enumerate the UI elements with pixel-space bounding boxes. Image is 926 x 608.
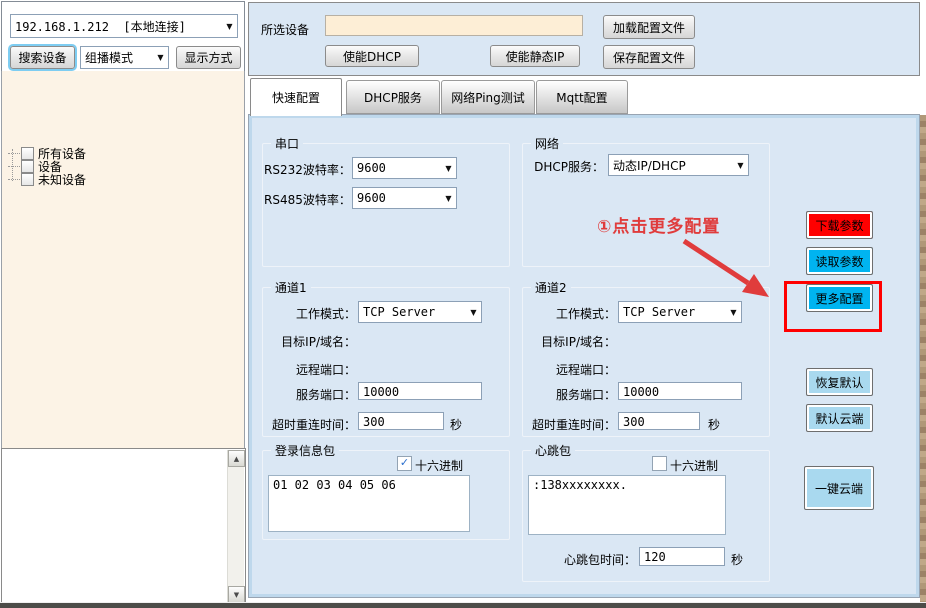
ch1-remote-port-label: 远程端口： [264,361,356,378]
device-search-panel: 192.168.1.212 [本地连接] ▼ 搜索设备 组播模式 ▼ 显示方式 [1,1,245,73]
rs485-baud-select[interactable]: 9600 ▼ [352,187,457,209]
dropdown-arrow-icon[interactable]: ▼ [222,22,237,31]
cast-mode-select[interactable]: 组播模式 ▼ [80,46,169,69]
tree-checkbox[interactable] [21,173,34,186]
heartbeat-group-title: 心跳包 [531,442,575,459]
ch2-work-mode-label: 工作模式： [524,305,616,322]
tab-dhcp-service[interactable]: DHCP服务 [346,80,440,114]
tree-checkbox[interactable] [21,147,34,160]
window-bottom-border [0,603,926,608]
tree-branch-line [8,179,20,180]
tree-item-label: 未知设备 [38,171,86,188]
desktop-wallpaper-strip [920,115,926,603]
ch1-timeout-input[interactable]: 300 [358,412,444,430]
ch2-remote-port-label: 远程端口： [524,361,616,378]
selected-device-input[interactable] [325,15,583,36]
log-scrollbar[interactable]: ▲ ▼ [227,450,244,603]
ch1-work-mode-value: TCP Server [359,305,466,319]
login-hex-checkbox[interactable]: ✓ [397,456,412,471]
ch2-work-mode-value: TCP Server [619,305,726,319]
red-highlight-box [784,281,882,332]
ch1-work-mode-select[interactable]: TCP Server ▼ [358,301,482,323]
read-params-button[interactable]: 读取参数 [806,247,873,275]
dhcp-service-label: DHCP服务： [526,158,604,175]
ch1-server-port-input[interactable]: 10000 [358,382,482,400]
rs485-baud-label: RS485波特率： [264,191,350,208]
restore-defaults-button[interactable]: 恢复默认 [806,368,873,396]
tree-branch-line [8,153,20,154]
search-devices-button[interactable]: 搜索设备 [10,46,75,69]
dropdown-arrow-icon[interactable]: ▼ [441,164,456,173]
ch2-seconds-label: 秒 [708,416,720,433]
heartbeat-textarea[interactable]: :138xxxxxxxx. [528,475,726,535]
scroll-down-icon: ▼ [234,591,239,599]
load-config-button[interactable]: 加载配置文件 [603,15,695,39]
heartbeat-hex-label: 十六进制 [670,457,718,474]
ch2-target-ip-label: 目标IP/域名： [524,333,616,350]
dropdown-arrow-icon[interactable]: ▼ [726,308,741,317]
network-adapter-value: 192.168.1.212 [本地连接] [11,18,222,35]
selected-device-label: 所选设备 [261,21,309,38]
login-hex-label: 十六进制 [415,457,463,474]
channel2-group-title: 通道2 [531,279,571,296]
tab-mqtt-config[interactable]: Mqtt配置 [536,80,628,114]
ch1-seconds-label: 秒 [450,416,462,433]
dhcp-service-select[interactable]: 动态IP/DHCP ▼ [608,154,749,176]
scroll-down-button[interactable]: ▼ [228,586,245,603]
ch1-target-ip-label: 目标IP/域名： [264,333,356,350]
rs232-baud-label: RS232波特率： [264,161,350,178]
ch2-server-port-label: 服务端口： [524,386,616,403]
ch1-timeout-label: 超时重连时间： [260,416,356,433]
serial-group-title: 串口 [271,135,303,152]
scroll-up-button[interactable]: ▲ [228,450,245,467]
heartbeat-seconds-label: 秒 [731,551,743,568]
heartbeat-time-input[interactable]: 120 [639,547,725,566]
ch1-work-mode-label: 工作模式： [264,305,356,322]
heartbeat-hex-checkbox[interactable]: ✓ [652,456,667,471]
ch2-timeout-input[interactable]: 300 [618,412,700,430]
display-mode-button[interactable]: 显示方式 [176,46,241,69]
annotation-step1-text: ①点击更多配置 [597,212,720,237]
dropdown-arrow-icon[interactable]: ▼ [466,308,481,317]
dropdown-arrow-icon[interactable]: ▼ [441,194,456,203]
enable-static-ip-button[interactable]: 使能静态IP [490,45,580,67]
check-icon: ✓ [400,456,409,469]
save-config-button[interactable]: 保存配置文件 [603,45,695,69]
dropdown-arrow-icon[interactable]: ▼ [153,53,168,62]
download-params-button[interactable]: 下载参数 [806,211,873,239]
login-packet-textarea[interactable]: 01 02 03 04 05 06 [268,475,470,532]
channel1-group-title: 通道1 [271,279,311,296]
tree-item-unknown-devices[interactable]: 未知设备 [8,173,86,186]
network-adapter-select[interactable]: 192.168.1.212 [本地连接] ▼ [10,14,238,38]
dropdown-arrow-icon[interactable]: ▼ [733,161,748,170]
log-panel[interactable]: ▲ ▼ [1,448,246,605]
network-group-title: 网络 [531,135,563,152]
default-cloud-button[interactable]: 默认云端 [806,404,873,432]
ch2-server-port-input[interactable]: 10000 [618,382,742,400]
ch2-timeout-label: 超时重连时间： [520,416,616,433]
device-tree-panel: 所有设备 设备 未知设备 [1,71,245,449]
ch1-server-port-label: 服务端口： [264,386,356,403]
dhcp-service-value: 动态IP/DHCP [609,157,733,174]
tree-checkbox[interactable] [21,160,34,173]
one-key-cloud-button[interactable]: 一键云端 [804,466,874,510]
enable-dhcp-button[interactable]: 使能DHCP [325,45,419,67]
device-actions-header: 所选设备 使能DHCP 使能静态IP 加载配置文件 保存配置文件 [248,2,920,76]
login-packet-group-title: 登录信息包 [271,442,339,459]
tab-quick-config[interactable]: 快速配置 [250,78,342,116]
scroll-up-icon: ▲ [234,455,239,463]
log-content [4,451,225,602]
rs232-baud-value: 9600 [353,161,441,175]
rs232-baud-select[interactable]: 9600 ▼ [352,157,457,179]
heartbeat-time-label: 心跳包时间： [540,551,636,568]
rs485-baud-value: 9600 [353,191,441,205]
tab-network-ping[interactable]: 网络Ping测试 [441,80,535,114]
cast-mode-value: 组播模式 [81,49,153,66]
ch2-work-mode-select[interactable]: TCP Server ▼ [618,301,742,323]
tree-branch-line [8,166,20,167]
